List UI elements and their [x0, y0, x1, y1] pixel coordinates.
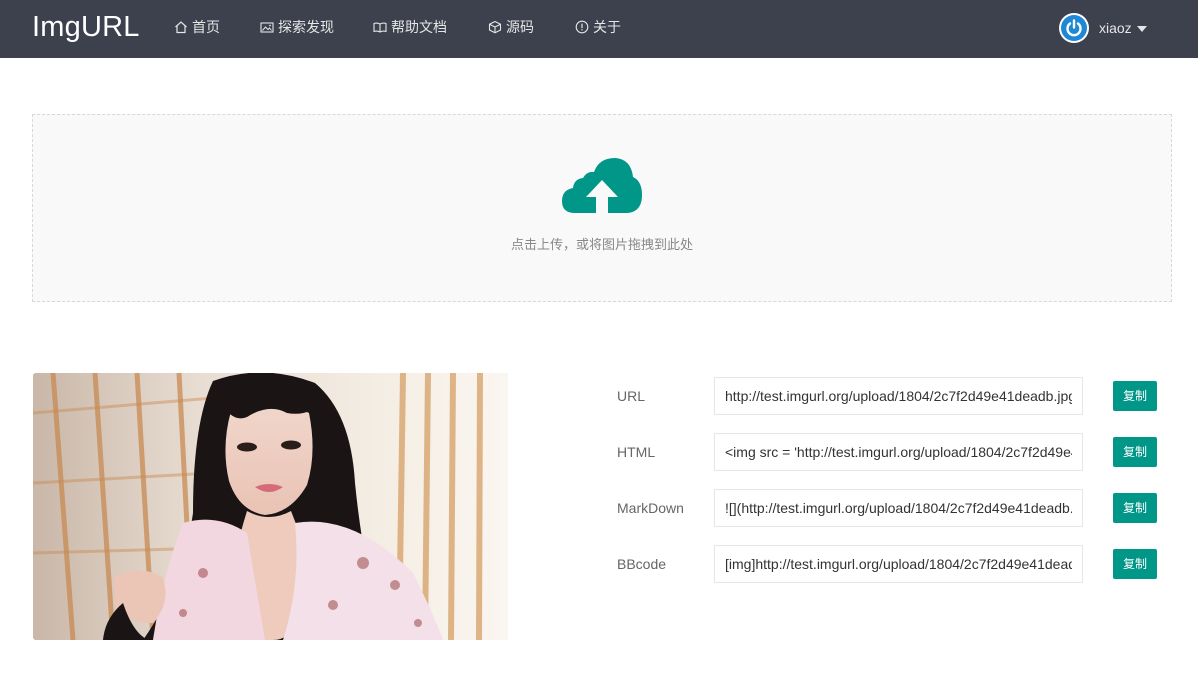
info-icon: [575, 20, 589, 34]
nav-source-label: 源码: [506, 19, 534, 35]
nav-home-label: 首页: [192, 19, 220, 35]
image-icon: [260, 20, 274, 34]
nav-explore-label: 探索发现: [278, 19, 334, 35]
bbcode-label: BBcode: [617, 556, 667, 572]
copy-html-button[interactable]: 复制: [1113, 437, 1157, 467]
user-menu[interactable]: xiaoz: [1059, 13, 1147, 43]
nav-about-label: 关于: [593, 19, 621, 35]
upload-dropzone[interactable]: 点击上传，或将图片拖拽到此处: [32, 114, 1172, 302]
markdown-label: MarkDown: [617, 500, 684, 516]
uploaded-image-preview: [33, 373, 508, 640]
nav-about[interactable]: 关于: [575, 17, 621, 37]
markdown-field[interactable]: [714, 489, 1083, 527]
book-icon: [373, 20, 387, 34]
copy-bbcode-button[interactable]: 复制: [1113, 549, 1157, 579]
nav-explore[interactable]: 探索发现: [260, 17, 334, 37]
upload-hint: 点击上传，或将图片拖拽到此处: [510, 237, 693, 252]
nav-help-label: 帮助文档: [391, 19, 447, 35]
brand-logo[interactable]: ImgURL: [32, 10, 140, 44]
chevron-down-icon: [1136, 25, 1147, 32]
avatar: [1059, 13, 1089, 43]
link-row-html: HTML 复制: [617, 433, 1157, 471]
nav-help[interactable]: 帮助文档: [373, 17, 447, 37]
link-row-url: URL 复制: [617, 377, 1157, 415]
nav-source[interactable]: 源码: [488, 17, 534, 37]
url-field[interactable]: [714, 377, 1083, 415]
link-row-markdown: MarkDown 复制: [617, 489, 1157, 527]
username: xiaoz: [1099, 20, 1132, 36]
bbcode-field[interactable]: [714, 545, 1083, 583]
nav-home[interactable]: 首页: [174, 17, 220, 37]
url-label: URL: [617, 388, 646, 404]
copy-markdown-button[interactable]: 复制: [1113, 493, 1157, 523]
top-navbar: ImgURL 首页 探索发现 帮助文档 源码 关于 xiaoz: [0, 0, 1198, 58]
html-field[interactable]: [714, 433, 1083, 471]
link-row-bbcode: BBcode 复制: [617, 545, 1157, 583]
home-icon: [174, 20, 188, 34]
power-icon: [1061, 15, 1087, 41]
cube-icon: [488, 20, 502, 34]
cloud-upload-icon: [561, 157, 643, 214]
copy-url-button[interactable]: 复制: [1113, 381, 1157, 411]
html-label: HTML: [617, 444, 656, 460]
